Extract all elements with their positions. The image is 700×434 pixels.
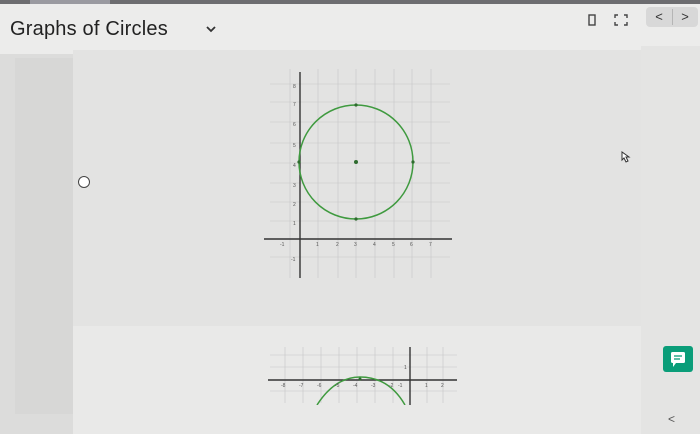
y-tick-label: -1 <box>291 257 296 263</box>
x-tick-label: 2 <box>336 242 339 248</box>
circle-point-top <box>358 377 362 381</box>
y-tick-label: 7 <box>293 102 296 108</box>
circle-point-left <box>297 160 301 164</box>
grid <box>270 347 457 403</box>
x-tick-label: -7 <box>299 383 304 389</box>
feedback-button[interactable] <box>663 346 693 372</box>
next-button[interactable]: > <box>672 7 698 27</box>
circle-graph: -1 1 2 3 4 5 6 7 8 7 6 5 4 3 2 1 -1 <box>264 69 452 278</box>
x-tick-label: 4 <box>373 242 376 248</box>
x-tick-label: 7 <box>429 242 432 248</box>
y-tick-labels: 8 7 6 5 4 3 2 1 -1 <box>291 84 296 263</box>
circle-point-bottom <box>354 217 358 221</box>
x-tick-label: -3 <box>371 383 376 389</box>
circle-point-right <box>411 160 415 164</box>
x-tick-label: 1 <box>316 242 319 248</box>
y-tick-label: 2 <box>293 202 296 208</box>
x-tick-label: 5 <box>392 242 395 248</box>
collapse-button[interactable]: < <box>668 412 675 426</box>
x-tick-label: -4 <box>353 383 358 389</box>
page-header: Graphs of Circles < > <box>0 4 700 54</box>
x-tick-labels: -1 1 2 3 4 5 6 7 <box>280 242 432 248</box>
x-tick-label: -5 <box>335 383 340 389</box>
circle-point-top <box>354 103 358 107</box>
partial-graph: -8 -7 -6 -5 -4 -3 -2 -1 1 2 1 <box>268 347 457 405</box>
page-title[interactable]: Graphs of Circles <box>10 18 168 41</box>
x-tick-label: -1 <box>398 383 403 389</box>
x-tick-label: -6 <box>317 383 322 389</box>
x-tick-label: 2 <box>441 383 444 389</box>
x-tick-label: 1 <box>425 383 428 389</box>
circle-center-point <box>354 160 358 164</box>
chevron-down-icon[interactable] <box>204 23 218 35</box>
x-tick-label: -8 <box>281 383 286 389</box>
bookmark-icon[interactable] <box>587 14 597 26</box>
x-tick-label: -2 <box>389 383 394 389</box>
x-tick-labels: -8 -7 -6 -5 -4 -3 -2 -1 1 2 <box>281 383 444 389</box>
right-panel <box>641 46 700 434</box>
x-tick-label: 3 <box>354 242 357 248</box>
y-tick-label: 6 <box>293 122 296 128</box>
chat-icon <box>671 352 685 367</box>
question-nav: < > <box>646 7 698 27</box>
prev-button[interactable]: < <box>646 7 672 27</box>
y-tick-label: 1 <box>293 221 296 227</box>
expand-icon[interactable] <box>614 14 628 26</box>
y-tick-label: 1 <box>404 365 407 371</box>
x-tick-label: -1 <box>280 242 285 248</box>
y-tick-label: 5 <box>293 143 296 149</box>
x-tick-label: 6 <box>410 242 413 248</box>
grid <box>270 69 450 278</box>
y-tick-label: 4 <box>293 163 296 169</box>
left-panel <box>15 58 73 414</box>
y-tick-label: 3 <box>293 183 296 189</box>
answer-radio[interactable] <box>78 176 90 188</box>
pointer-cursor-icon <box>621 151 631 163</box>
y-tick-label: 8 <box>293 84 296 90</box>
